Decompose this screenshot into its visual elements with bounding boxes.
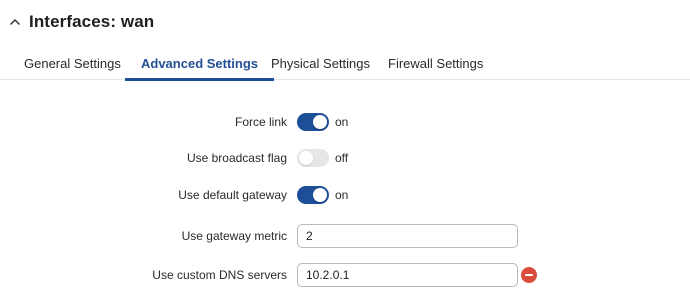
custom-dns-row: Use custom DNS servers — [0, 263, 690, 287]
tab-advanced-settings[interactable]: Advanced Settings — [124, 48, 275, 81]
default-gateway-row: Use default gateway on — [0, 183, 690, 207]
force-link-label: Force link — [234, 115, 287, 129]
force-link-toggle[interactable] — [297, 113, 329, 131]
toggle-knob — [299, 151, 313, 165]
custom-dns-input[interactable] — [297, 263, 518, 287]
chevron-up-icon[interactable] — [8, 15, 22, 29]
gateway-metric-row: Use gateway metric — [0, 224, 690, 248]
gateway-metric-input[interactable] — [297, 224, 518, 248]
default-gateway-state: on — [335, 188, 349, 202]
tab-bar: General Settings Advanced Settings Physi… — [0, 48, 690, 81]
broadcast-flag-row: Use broadcast flag off — [0, 146, 690, 170]
broadcast-flag-state: off — [335, 151, 349, 165]
section-header[interactable]: Interfaces: wan — [8, 9, 154, 35]
tab-firewall-settings[interactable]: Firewall Settings — [388, 48, 483, 80]
tab-general-settings[interactable]: General Settings — [24, 48, 121, 80]
toggle-knob — [313, 188, 327, 202]
gateway-metric-label: Use gateway metric — [181, 229, 287, 243]
remove-circle-icon[interactable] — [521, 267, 537, 283]
tab-physical-settings[interactable]: Physical Settings — [271, 48, 370, 80]
broadcast-flag-label: Use broadcast flag — [186, 151, 287, 165]
page-title: Interfaces: wan — [29, 12, 155, 31]
default-gateway-toggle[interactable] — [297, 186, 329, 204]
toggle-knob — [313, 115, 327, 129]
default-gateway-label: Use default gateway — [178, 188, 287, 202]
force-link-row: Force link on — [0, 110, 690, 134]
broadcast-flag-toggle[interactable] — [297, 149, 329, 167]
force-link-state: on — [335, 115, 349, 129]
custom-dns-label: Use custom DNS servers — [152, 268, 287, 282]
